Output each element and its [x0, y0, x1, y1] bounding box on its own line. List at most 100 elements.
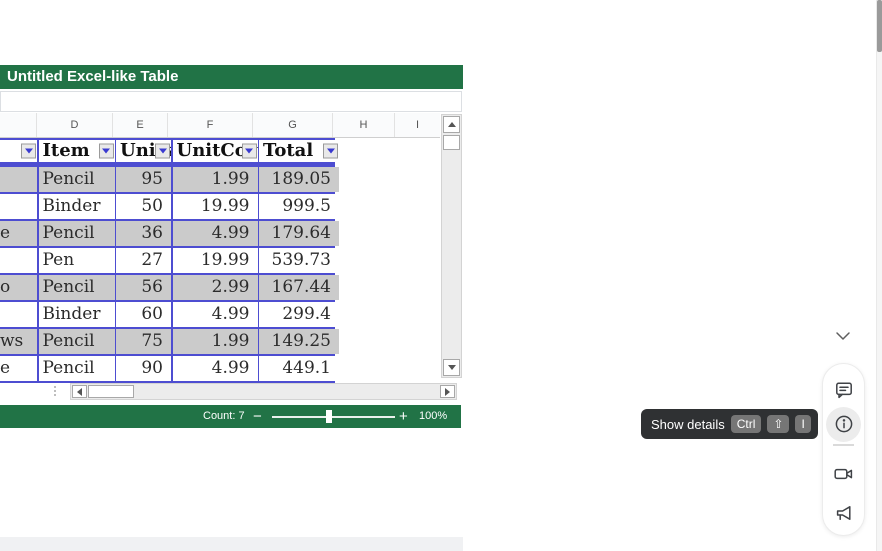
filter-dropdown-button[interactable]	[323, 143, 338, 158]
header-cell-units[interactable]: Units	[116, 140, 171, 163]
cell[interactable]: 4.99	[173, 302, 258, 328]
header-label: Total	[263, 140, 313, 161]
window-title-bar: Untitled Excel-like Table	[0, 65, 463, 89]
cell[interactable]: ws	[0, 329, 37, 355]
drag-handle-dots-icon[interactable]	[54, 386, 56, 396]
horizontal-scroll-thumb[interactable]	[88, 385, 134, 398]
zoom-level-label[interactable]: 100%	[419, 405, 447, 428]
cell[interactable]: 1.99	[173, 167, 258, 193]
cell[interactable]: 539.73	[259, 248, 339, 274]
cell[interactable]: Binder	[39, 194, 115, 220]
cell[interactable]: Pencil	[39, 329, 115, 355]
scroll-left-button[interactable]	[72, 385, 87, 398]
triangle-right-icon	[445, 388, 450, 396]
cell[interactable]: e	[0, 356, 37, 382]
status-bar: Count: 7 − + 100%	[0, 405, 461, 428]
column-header-g[interactable]: G	[253, 113, 333, 137]
column-header-d[interactable]: D	[37, 113, 113, 137]
cell[interactable]: 56	[116, 275, 171, 301]
filter-dropdown-button[interactable]	[21, 143, 36, 158]
cell[interactable]: 4.99	[173, 221, 258, 247]
filter-dropdown-button[interactable]	[242, 143, 257, 158]
cell[interactable]	[0, 302, 37, 328]
header-cell-item[interactable]: Item	[39, 140, 115, 163]
toolbar-divider	[833, 444, 854, 446]
cell[interactable]: Pen	[39, 248, 115, 274]
cell[interactable]	[0, 194, 37, 220]
comment-button[interactable]	[833, 380, 854, 400]
cell[interactable]: 299.4	[259, 302, 339, 328]
sheet-vertical-scrollbar[interactable]	[441, 114, 462, 378]
column-header-f[interactable]: F	[168, 113, 253, 137]
cell[interactable]: 2.99	[173, 275, 258, 301]
cell[interactable]: 449.1	[259, 356, 339, 382]
collapse-toolbar-button[interactable]	[831, 327, 855, 345]
header-cell-total[interactable]: Total	[259, 140, 339, 163]
scroll-up-button[interactable]	[443, 116, 460, 133]
header-cell-unitcost[interactable]: UnitCost	[173, 140, 258, 163]
key-shift: ⇧	[767, 415, 789, 433]
cell[interactable]: Pencil	[39, 275, 115, 301]
cell[interactable]: 1.99	[173, 329, 258, 355]
zoom-out-button[interactable]: −	[253, 405, 262, 428]
cell[interactable]: 167.44	[259, 275, 339, 301]
cell[interactable]: 90	[116, 356, 171, 382]
window-title: Untitled Excel-like Table	[7, 68, 178, 85]
info-icon	[834, 414, 854, 434]
video-record-button[interactable]	[833, 464, 854, 484]
cell[interactable]: o	[0, 275, 37, 301]
cell[interactable]: 75	[116, 329, 171, 355]
video-camera-icon	[833, 464, 854, 484]
cell[interactable]	[0, 248, 37, 274]
info-button[interactable]	[833, 414, 854, 434]
formula-bar-input[interactable]	[0, 91, 462, 112]
cell[interactable]: Pencil	[39, 356, 115, 382]
cell[interactable]: e	[0, 221, 37, 247]
column-header-e[interactable]: E	[113, 113, 168, 137]
cell[interactable]: 4.99	[173, 356, 258, 382]
cell[interactable]: 179.64	[259, 221, 339, 247]
filter-dropdown-button[interactable]	[99, 143, 114, 158]
zoom-in-button[interactable]: +	[399, 405, 408, 428]
column-header-h[interactable]: H	[333, 113, 395, 137]
count-label: Count: 7	[203, 405, 245, 428]
header-cell-rep[interactable]	[0, 140, 37, 163]
chevron-down-icon	[245, 148, 253, 153]
cell[interactable]: 50	[116, 194, 171, 220]
key-i: I	[795, 415, 810, 433]
cell[interactable]: 95	[116, 167, 171, 193]
cell[interactable]: Pencil	[39, 167, 115, 193]
cell[interactable]: Binder	[39, 302, 115, 328]
triangle-up-icon	[448, 122, 456, 127]
cell[interactable]: 999.5	[259, 194, 339, 220]
sheet-horizontal-scrollbar[interactable]	[70, 383, 457, 400]
cell[interactable]: 27	[116, 248, 171, 274]
cell[interactable]: 36	[116, 221, 171, 247]
zoom-slider-thumb[interactable]	[326, 410, 332, 423]
cell[interactable]	[0, 167, 37, 193]
chevron-down-icon	[102, 148, 110, 153]
zoom-slider-track[interactable]	[272, 416, 395, 418]
filter-dropdown-button[interactable]	[155, 143, 170, 158]
cell[interactable]: 189.05	[259, 167, 339, 193]
triangle-down-icon	[448, 365, 456, 370]
cell[interactable]: 19.99	[173, 248, 258, 274]
vertical-scroll-thumb[interactable]	[443, 135, 460, 150]
column-header-i[interactable]: I	[395, 113, 440, 137]
browser-scrollbar-thumb[interactable]	[877, 0, 882, 52]
show-details-tooltip: Show details Ctrl ⇧ I	[641, 409, 818, 439]
chevron-down-icon	[835, 331, 851, 341]
chevron-down-icon	[327, 148, 335, 153]
bottom-toolbar-strip	[0, 537, 463, 551]
scroll-right-button[interactable]	[440, 385, 455, 398]
feedback-button[interactable]	[833, 503, 854, 523]
chevron-down-icon	[159, 148, 167, 153]
cell[interactable]: Pencil	[39, 221, 115, 247]
cell[interactable]: 19.99	[173, 194, 258, 220]
scroll-down-button[interactable]	[443, 359, 460, 376]
column-header-c[interactable]	[0, 113, 37, 137]
megaphone-icon	[834, 503, 854, 523]
cell[interactable]: 149.25	[259, 329, 339, 355]
cell[interactable]: 60	[116, 302, 171, 328]
browser-scrollbar-track[interactable]	[876, 0, 882, 551]
